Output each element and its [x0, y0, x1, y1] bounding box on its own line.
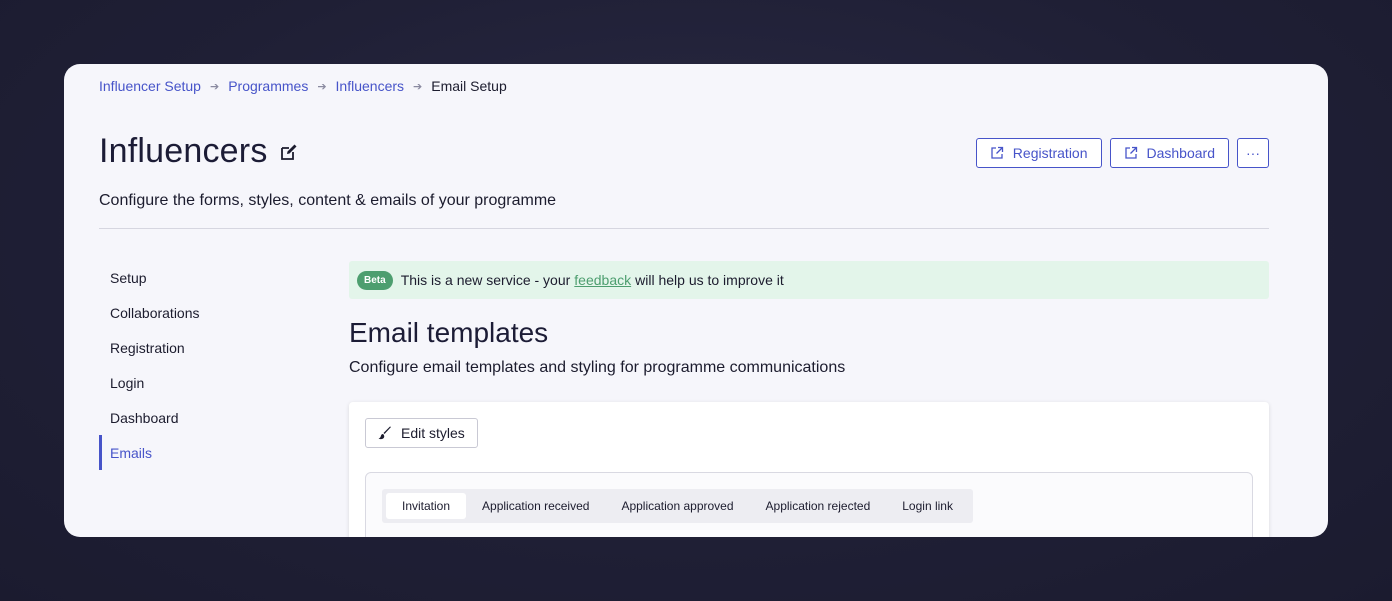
breadcrumb-influencer-setup[interactable]: Influencer Setup [99, 78, 201, 94]
paintbrush-icon [378, 426, 391, 440]
edit-styles-button[interactable]: Edit styles [365, 418, 478, 448]
breadcrumb-current: Email Setup [431, 78, 507, 94]
sidebar-item-setup[interactable]: Setup [99, 260, 299, 295]
tab-application-approved[interactable]: Application approved [605, 493, 749, 519]
sidebar-item-collaborations[interactable]: Collaborations [99, 295, 299, 330]
arrow-right-icon: ➔ [413, 80, 423, 93]
tab-application-received[interactable]: Application received [466, 493, 605, 519]
beta-banner: Beta This is a new service - your feedba… [349, 261, 1269, 299]
sidebar-item-emails[interactable]: Emails [99, 435, 299, 470]
app-window: Influencer Setup ➔ Programmes ➔ Influenc… [64, 64, 1328, 537]
edit-icon[interactable] [278, 141, 300, 163]
dashboard-button-label: Dashboard [1146, 145, 1216, 161]
sidebar-item-registration[interactable]: Registration [99, 330, 299, 365]
banner-text-after: will help us to improve it [635, 272, 784, 288]
breadcrumb: Influencer Setup ➔ Programmes ➔ Influenc… [99, 78, 507, 94]
more-options-button[interactable]: ··· [1237, 138, 1269, 168]
registration-button-label: Registration [1012, 145, 1088, 161]
email-templates-card: Edit styles Invitation Application recei… [349, 402, 1269, 537]
beta-badge: Beta [357, 270, 393, 290]
arrow-right-icon: ➔ [209, 80, 220, 93]
tab-application-rejected[interactable]: Application rejected [750, 493, 887, 519]
page-title: Influencers [99, 132, 268, 170]
divider [99, 228, 1269, 229]
feedback-link[interactable]: feedback [574, 272, 631, 288]
dashboard-button[interactable]: Dashboard [1109, 138, 1229, 168]
external-link-icon [1124, 146, 1137, 159]
header-actions: Registration Dashboard ··· [975, 138, 1269, 168]
tab-invitation[interactable]: Invitation [386, 493, 467, 519]
section-title: Email templates [349, 317, 549, 348]
main-content: Beta This is a new service - your feedba… [349, 261, 1269, 537]
registration-button[interactable]: Registration [975, 138, 1102, 168]
title-row: Influencers [99, 132, 300, 171]
section-description: Configure email templates and styling fo… [349, 359, 846, 376]
breadcrumb-influencers[interactable]: Influencers [336, 78, 404, 94]
page-subtitle: Configure the forms, styles, content & e… [99, 192, 557, 209]
template-editor-panel: Invitation Application received Applicat… [365, 472, 1253, 537]
banner-text-before: This is a new service - your [400, 272, 571, 288]
tab-login-link[interactable]: Login link [886, 493, 969, 519]
sidebar: Setup Collaborations Registration Login … [99, 260, 299, 470]
breadcrumb-programmes[interactable]: Programmes [228, 78, 308, 94]
sidebar-item-login[interactable]: Login [99, 365, 299, 400]
sidebar-item-dashboard[interactable]: Dashboard [99, 400, 299, 435]
external-link-icon [991, 146, 1003, 159]
edit-styles-label: Edit styles [401, 425, 465, 441]
more-icon: ··· [1246, 145, 1260, 161]
template-tabs: Invitation Application received Applicat… [382, 489, 973, 523]
arrow-right-icon: ➔ [317, 80, 327, 93]
